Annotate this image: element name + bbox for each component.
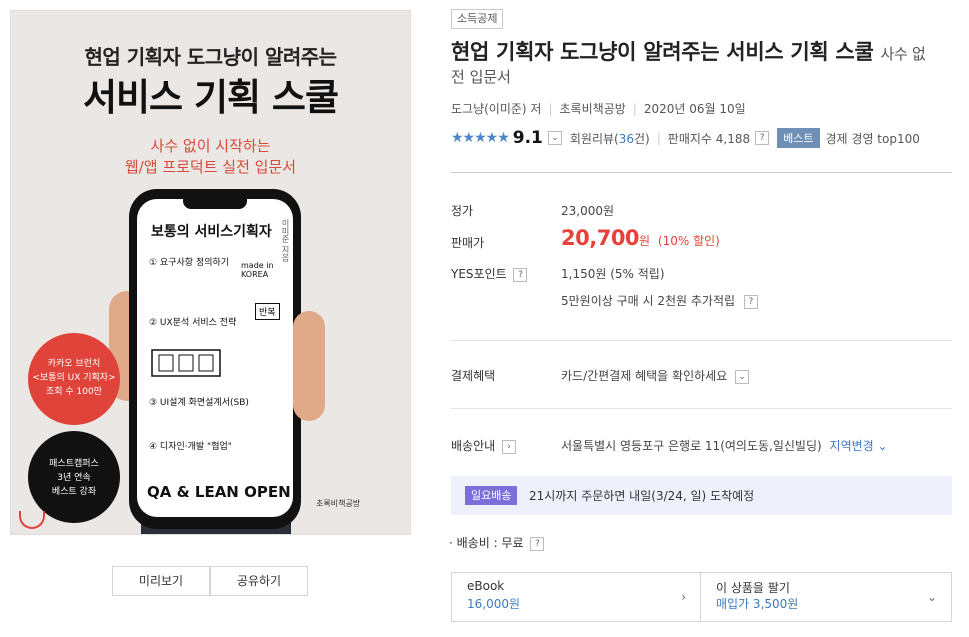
review-label: 회원리뷰( xyxy=(569,131,619,146)
cover-subtitle-1: 사수 없이 시작하는 xyxy=(150,137,271,155)
yes-point-extra-help-icon[interactable]: ? xyxy=(743,294,758,309)
section-divider xyxy=(451,340,952,341)
badge-black-line-3: 베스트 강좌 xyxy=(51,487,97,497)
publisher-logo: 초록비책공방 xyxy=(316,499,361,508)
review-suffix: 건) xyxy=(634,131,650,146)
right-hand-illustration xyxy=(293,311,325,421)
product-title: 현업 기획자 도그냥이 알려주는 서비스 기획 스쿨 사수 없 xyxy=(451,36,926,66)
preview-button[interactable]: 미리보기 xyxy=(112,566,210,596)
publish-date: 2020년 06월 10일 xyxy=(643,102,746,116)
shipping-label-row: 배송안내 › xyxy=(451,437,516,454)
cover-subtitle-2: 웹/앱 프로덕트 실전 입문서 xyxy=(124,158,297,176)
sell-label: 이 상품을 팔기 xyxy=(716,581,790,595)
chevron-down-icon: ⌄ xyxy=(873,439,888,453)
review-count[interactable]: 회원리뷰(36건) xyxy=(570,130,650,147)
badge-black-line-2: 3년 연속 xyxy=(57,473,91,483)
product-title-text: 현업 기획자 도그냥이 알려주는 서비스 기획 스쿨 xyxy=(451,40,874,64)
payment-benefit-text: 카드/간편결제 혜택을 확인하세요 xyxy=(561,369,728,383)
rating-dropdown-chevron-icon[interactable]: ⌄ xyxy=(547,131,562,145)
rating-row: ★★★★★ 9.1 ⌄ 회원리뷰(36건) | 판매지수 4,188 ? 베스트… xyxy=(451,127,920,149)
screen-author: 이미준 지음 xyxy=(281,219,290,262)
book-cover-image[interactable]: 현업 기획자 도그냥이 알려주는 서비스 기획 스쿨 사수 없이 시작하는 웹/… xyxy=(10,10,411,535)
meta-separator: | xyxy=(656,131,661,145)
yes-point-help-icon[interactable]: ? xyxy=(513,267,528,282)
sale-price-row: 20,700원 (10% 할인) xyxy=(561,226,720,250)
product-meta: 도그냥(이미준) 저 | 초록비책공방 | 2020년 06월 10일 xyxy=(451,100,746,117)
publisher-link[interactable]: 초록비책공방 xyxy=(560,102,626,116)
screen-step-2: ② UX분석 서비스 전략 xyxy=(149,318,237,328)
yes-point-extra: 5만원이상 구매 시 2천원 추가적립 xyxy=(561,294,736,308)
best-rank[interactable]: 경제 경영 top100 xyxy=(826,130,920,147)
rating-score: 9.1 xyxy=(512,128,543,148)
payment-benefit-row[interactable]: 카드/간편결제 혜택을 확인하세요 ⌄ xyxy=(561,367,750,384)
chevron-down-icon[interactable]: ⌄ xyxy=(735,369,750,384)
rating-stars-icon: ★★★★★ xyxy=(451,130,510,146)
screen-step-3: ③ UI설계 화면설계서(SB) xyxy=(149,398,249,408)
sales-index: 판매지수 4,188 xyxy=(667,131,751,146)
sale-price-won: 원 xyxy=(639,234,651,248)
shipping-address-row: 서울특별시 영등포구 은행로 11(여의도동,일신빌딩) 지역변경 ⌄ xyxy=(561,437,888,454)
sunday-delivery-badge: 일요배송 xyxy=(465,486,518,505)
meta-separator: | xyxy=(548,102,553,116)
shipping-label: 배송안내 xyxy=(451,439,496,453)
badge-red-line-3: 조회 수 100만 xyxy=(45,387,103,397)
review-count-number: 36 xyxy=(618,131,635,146)
discount-rate: (10% 할인) xyxy=(657,234,720,248)
sell-this-item-option[interactable]: 이 상품을 팔기 매입가 3,500원 ⌄ xyxy=(700,572,952,622)
shipping-fee-row: · 배송비 : 무료 ? xyxy=(449,534,545,551)
list-price-label: 정가 xyxy=(451,204,474,218)
phone-illustration: 보통의 서비스기획자 이미준 지음 ① 요구사항 정의하기 made in KO… xyxy=(129,189,301,529)
section-divider xyxy=(451,408,952,409)
wireframe-sketch xyxy=(151,349,221,377)
section-divider xyxy=(451,172,952,173)
list-price-value: 23,000원 xyxy=(561,204,615,218)
shipping-address: 서울특별시 영등포구 은행로 11(여의도동,일신빌딩) xyxy=(561,439,822,453)
product-subtitle-part-2: 전 입문서 xyxy=(451,68,511,86)
yes-point-label-row: YES포인트 ? xyxy=(451,265,528,282)
sale-price-value: 20,700 xyxy=(561,226,640,250)
screen-repeat-label: 반복 xyxy=(255,303,280,320)
change-region-link[interactable]: 지역변경 ⌄ xyxy=(830,439,888,453)
screen-step-1: ① 요구사항 정의하기 xyxy=(149,258,230,268)
badge-black-line-1: 패스트캠퍼스 xyxy=(49,459,99,469)
delivery-notice: 21시까지 주문하면 내일(3/24, 일) 도착예정 xyxy=(529,489,755,503)
best-seller-badge[interactable]: 베스트 xyxy=(777,128,820,148)
yes24-smile-logo xyxy=(19,511,45,529)
ebook-option[interactable]: eBook 16,000원 › xyxy=(451,572,701,622)
screen-made-in-korea: made in KOREA xyxy=(241,261,274,279)
fastcampus-badge: 패스트캠퍼스 3년 연속 베스트 강좌 xyxy=(28,431,120,523)
sunday-delivery-box: 일요배송 21시까지 주문하면 내일(3/24, 일) 도착예정 xyxy=(451,476,952,515)
phone-screen: 보통의 서비스기획자 이미준 지음 ① 요구사항 정의하기 made in KO… xyxy=(137,199,293,517)
chevron-right-icon[interactable]: › xyxy=(502,439,516,454)
yes-point-label: YES포인트 xyxy=(451,267,507,281)
shipping-fee-help-icon[interactable]: ? xyxy=(530,536,545,551)
sell-price: 매입가 3,500원 xyxy=(716,597,799,611)
shipping-fee: · 배송비 : 무료 xyxy=(449,536,524,550)
screen-title: 보통의 서비스기획자 xyxy=(151,224,272,240)
chevron-down-icon: ⌄ xyxy=(926,590,937,604)
income-deduction-tag: 소득공제 xyxy=(451,9,504,29)
screen-step-4: ④ 디자인·개발 "협업" xyxy=(149,442,232,452)
kakao-brunch-badge: 카카오 브런치 <보통의 UX 기획자> 조회 수 100만 xyxy=(28,333,120,425)
phone-notch xyxy=(183,199,247,209)
ebook-price: 16,000원 xyxy=(467,597,521,611)
share-button[interactable]: 공유하기 xyxy=(210,566,308,596)
badge-red-line-1: 카카오 브런치 xyxy=(47,359,101,369)
author-link[interactable]: 도그냥(이미준) 저 xyxy=(451,102,541,116)
sales-index-help-icon[interactable]: ? xyxy=(755,131,770,145)
yes-point-value: 1,150원 (5% 적립) xyxy=(561,267,665,281)
product-subtitle-part-1: 사수 없 xyxy=(880,45,926,63)
cover-title: 서비스 기획 스쿨 xyxy=(82,76,339,119)
screen-bottom-text: QA & LEAN OPEN xyxy=(147,483,291,501)
chevron-right-icon: › xyxy=(681,590,686,604)
cover-top-line: 현업 기획자 도그냥이 알려주는 xyxy=(84,45,337,69)
change-region-text: 지역변경 xyxy=(829,439,874,453)
meta-separator: | xyxy=(632,102,637,116)
payment-benefit-label: 결제혜택 xyxy=(451,369,496,383)
ebook-label: eBook xyxy=(467,579,505,593)
badge-red-line-2: <보통의 UX 기획자> xyxy=(32,373,116,383)
sale-price-label: 판매가 xyxy=(451,236,485,250)
yes-point-extra-row: 5만원이상 구매 시 2천원 추가적립 ? xyxy=(561,292,758,309)
